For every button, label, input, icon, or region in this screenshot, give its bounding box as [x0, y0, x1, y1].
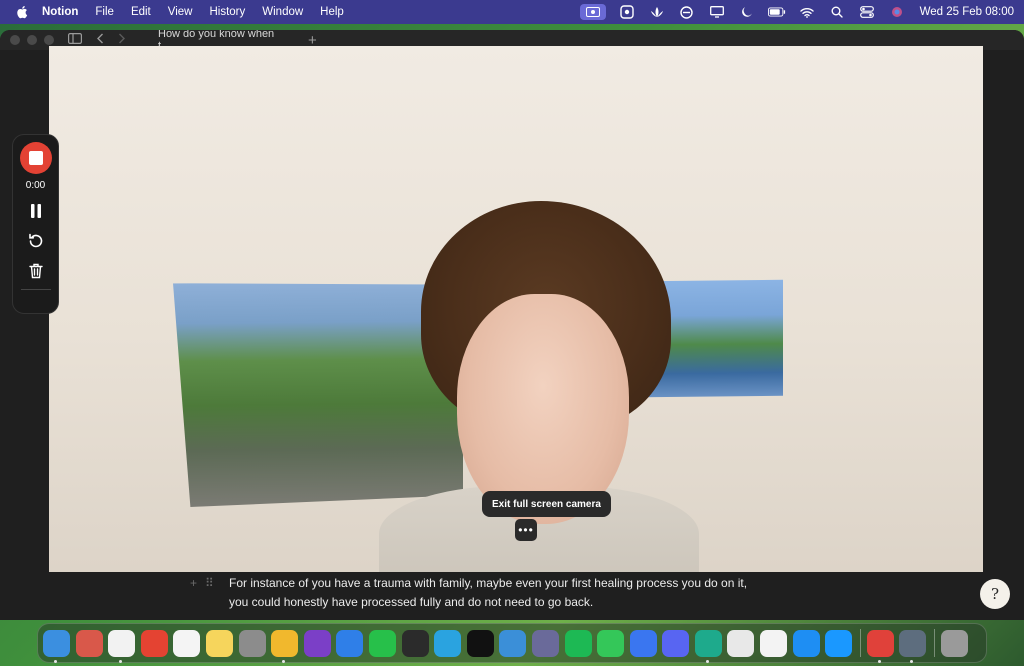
- running-indicator: [705, 659, 709, 663]
- editor-block: + ⠿ For instance of you have a trauma wi…: [0, 572, 1024, 620]
- running-indicator: [910, 659, 914, 663]
- dock-canva-icon[interactable]: [499, 629, 527, 657]
- paragraph-text[interactable]: For instance of you have a trauma with f…: [229, 574, 747, 612]
- screen-recorder-panel: 0:00: [12, 134, 59, 314]
- dock-notes-icon[interactable]: [205, 629, 233, 657]
- lotus-icon[interactable]: [648, 4, 666, 20]
- dock-spotify-icon[interactable]: [564, 629, 592, 657]
- dock-pdf-expert-icon[interactable]: [866, 629, 894, 663]
- dock-app-store-icon[interactable]: [792, 629, 820, 657]
- dock-separator: [859, 629, 861, 657]
- forward-arrow-icon[interactable]: [118, 33, 126, 47]
- add-block-plus-icon[interactable]: +: [190, 576, 197, 590]
- menu-window[interactable]: Window: [262, 6, 303, 18]
- minimize-window-button[interactable]: [27, 35, 37, 45]
- dock-system-settings-icon[interactable]: [238, 629, 266, 657]
- display-icon[interactable]: [708, 4, 726, 20]
- traffic-lights: [10, 35, 54, 45]
- status-area: Wed 25 Feb 08:00: [579, 0, 1014, 24]
- running-indicator: [282, 659, 286, 663]
- menu-edit[interactable]: Edit: [131, 6, 151, 18]
- trash-icon[interactable]: [26, 261, 46, 281]
- menu-app-name[interactable]: Notion: [42, 6, 78, 18]
- pause-icon[interactable]: [26, 201, 46, 221]
- dock-prime-video-icon[interactable]: [825, 629, 853, 657]
- recording-timer: 0:00: [25, 180, 46, 191]
- control-center-icon[interactable]: [858, 4, 876, 20]
- dock-separator: [934, 629, 936, 657]
- stop-recording-button[interactable]: [19, 142, 52, 174]
- close-window-button[interactable]: [10, 35, 20, 45]
- camera-fullscreen-view[interactable]: Exit full screen camera •••: [49, 46, 983, 572]
- dock-whatsapp-icon[interactable]: [368, 629, 396, 657]
- zoom-window-button[interactable]: [44, 35, 54, 45]
- more-options-button[interactable]: •••: [515, 519, 537, 541]
- restart-icon[interactable]: [26, 231, 46, 251]
- wifi-icon[interactable]: [798, 4, 816, 20]
- menu-view[interactable]: View: [168, 6, 193, 18]
- circle-icon[interactable]: [678, 4, 696, 20]
- screen-record-icon[interactable]: [579, 4, 606, 20]
- dock-opal-icon[interactable]: [531, 629, 559, 657]
- menu-history[interactable]: History: [209, 6, 245, 18]
- dock-calm-icon[interactable]: [727, 629, 755, 657]
- siri-icon[interactable]: [888, 4, 906, 20]
- dock-photos-icon[interactable]: [760, 629, 788, 657]
- dock-reminders-icon[interactable]: [173, 629, 201, 657]
- drag-handle-icon[interactable]: ⠿: [205, 576, 214, 590]
- dock-trash-icon[interactable]: [941, 629, 969, 657]
- dock-chrome-icon[interactable]: [271, 629, 299, 663]
- apple-menu-icon[interactable]: [14, 4, 30, 20]
- sidebar-toggle-icon[interactable]: [68, 33, 83, 47]
- notion-window: How do you know when t... + Exit full sc…: [0, 30, 1024, 620]
- stop-square-icon: [28, 151, 43, 165]
- menu-file[interactable]: File: [95, 6, 114, 18]
- help-button[interactable]: ?: [980, 579, 1010, 609]
- block-handles: + ⠿: [190, 576, 214, 590]
- poster-left-landscape: [173, 280, 463, 507]
- dock-safari-helper-icon[interactable]: [336, 629, 364, 657]
- spotlight-search-icon[interactable]: [828, 4, 846, 20]
- dock-signal-icon[interactable]: [629, 629, 657, 657]
- moon-icon[interactable]: [738, 4, 756, 20]
- dock-quicktime-icon[interactable]: [899, 629, 927, 663]
- gear-badge-icon[interactable]: [618, 4, 636, 20]
- dock-capcut-icon[interactable]: [466, 629, 494, 657]
- dock-telegram-icon[interactable]: [434, 629, 462, 657]
- dock-launchpad-icon[interactable]: [75, 629, 103, 657]
- dock: [37, 623, 987, 663]
- running-indicator: [54, 659, 57, 663]
- battery-icon[interactable]: [767, 4, 786, 20]
- recorder-divider: [20, 289, 51, 290]
- running-indicator: [877, 659, 881, 663]
- dock-voice-memos-icon[interactable]: [401, 629, 429, 657]
- dock-surfshark-icon[interactable]: [694, 629, 722, 663]
- paragraph-line-1: For instance of you have a trauma with f…: [229, 576, 748, 590]
- menu-bar: Notion File Edit View History Window Hel…: [0, 0, 1024, 24]
- exit-fullscreen-tooltip: Exit full screen camera: [482, 491, 611, 517]
- back-arrow-icon[interactable]: [96, 33, 104, 47]
- dock-todoist-icon[interactable]: [140, 629, 168, 657]
- dock-notion-icon[interactable]: [108, 629, 136, 663]
- dock-tor-browser-icon[interactable]: [303, 629, 331, 657]
- dock-messages-icon[interactable]: [597, 629, 625, 657]
- menubar-clock[interactable]: Wed 25 Feb 08:00: [920, 6, 1014, 18]
- person-face: [457, 294, 629, 524]
- paragraph-line-2: you could honestly have processed fully …: [229, 595, 594, 609]
- running-indicator: [119, 659, 123, 663]
- dock-finder-icon[interactable]: [43, 629, 70, 663]
- dock-discord-icon[interactable]: [662, 629, 690, 657]
- menu-help[interactable]: Help: [320, 6, 344, 18]
